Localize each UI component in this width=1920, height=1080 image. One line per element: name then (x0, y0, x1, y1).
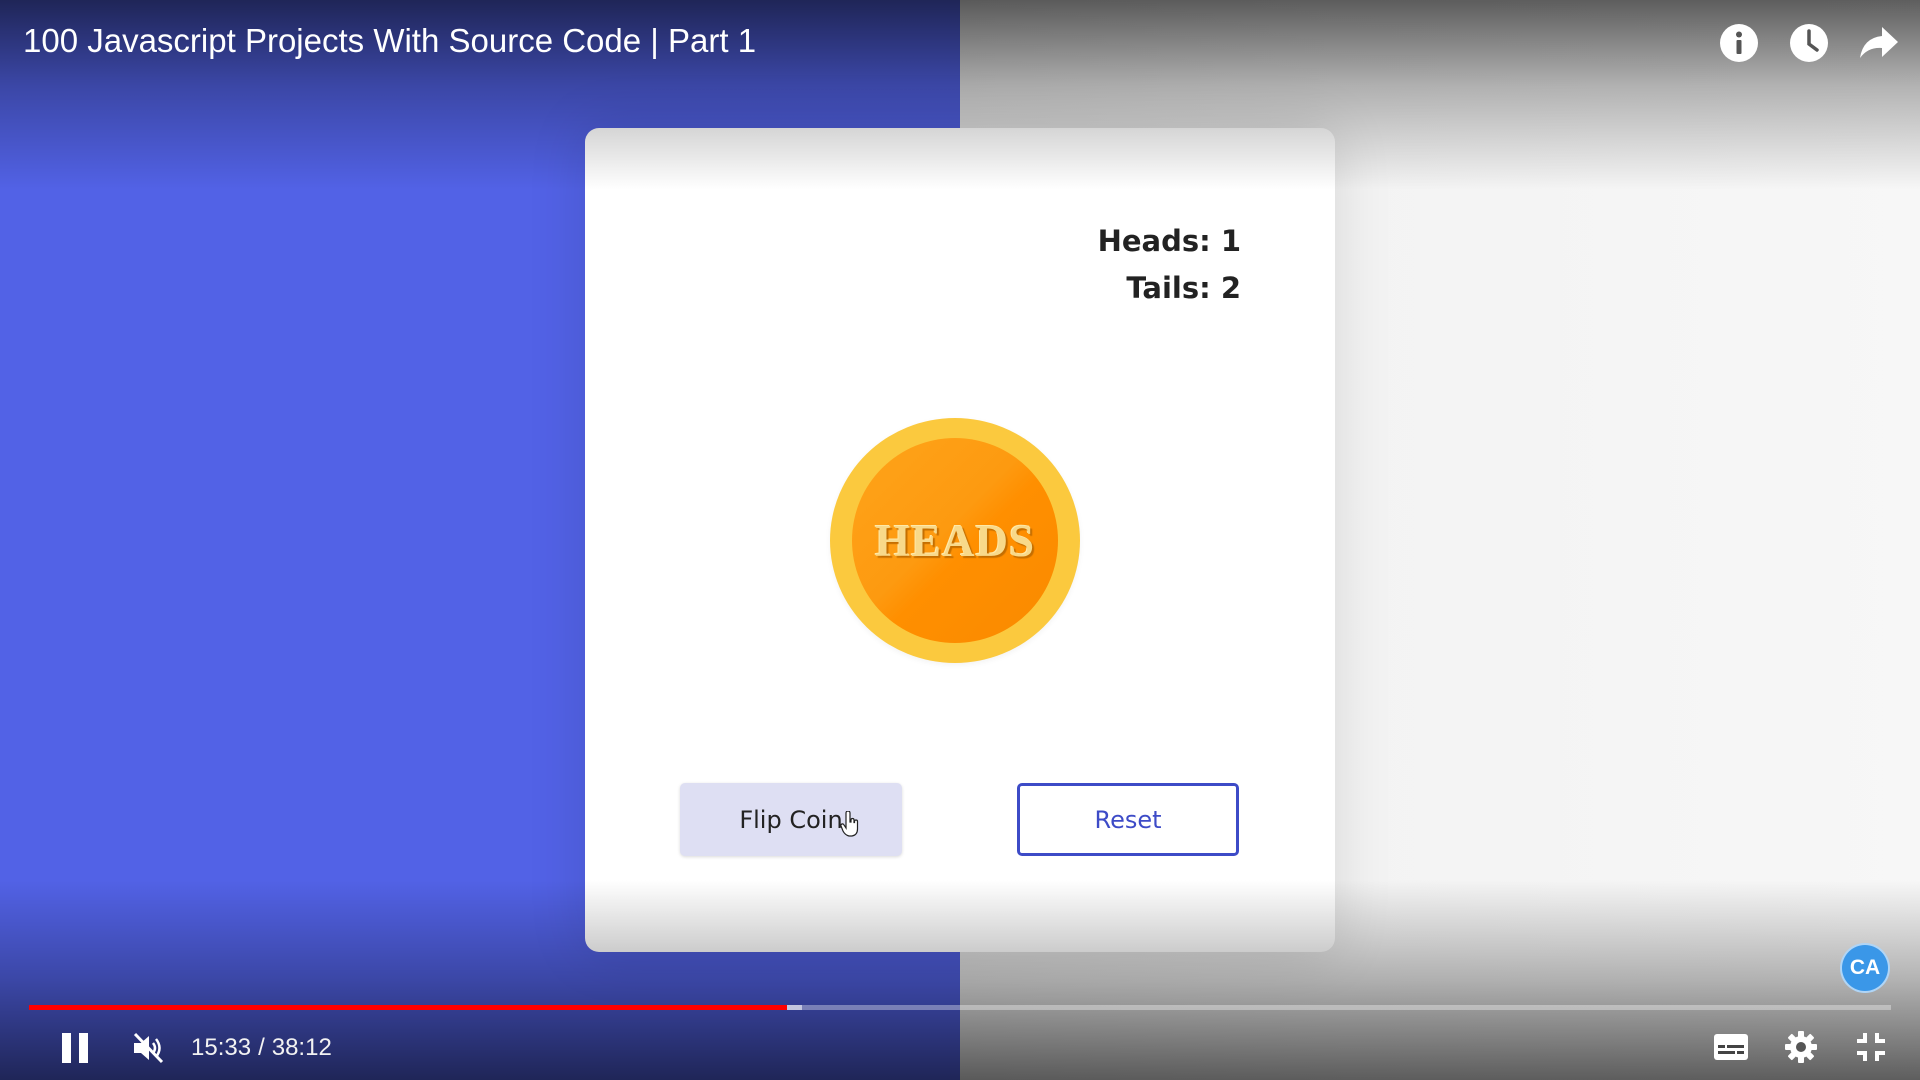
pause-icon (62, 1033, 88, 1063)
hand-cursor-icon (840, 810, 860, 842)
video-player[interactable]: Heads1 Tails2 HEADS Flip Coin Reset 100 … (0, 0, 1920, 1080)
flip-coin-button[interactable]: Flip Coin (680, 783, 902, 856)
reset-button[interactable]: Reset (1017, 783, 1239, 856)
coin-face: HEADS (852, 438, 1058, 643)
heads-score: Heads1 (1098, 224, 1241, 258)
video-title[interactable]: 100 Javascript Projects With Source Code… (23, 22, 756, 60)
duration: 38:12 (271, 1034, 332, 1061)
mute-button[interactable] (128, 1028, 168, 1068)
coin-flip-card: Heads1 Tails2 HEADS Flip Coin Reset (585, 128, 1335, 952)
exit-fullscreen-button[interactable] (1850, 1026, 1892, 1068)
heads-count: 1 (1220, 224, 1241, 258)
tails-label: Tails (1126, 271, 1220, 305)
share-icon[interactable] (1858, 22, 1900, 64)
exit-fullscreen-icon (1857, 1033, 1885, 1061)
controls-right (1710, 1026, 1892, 1068)
settings-gear-icon (1785, 1031, 1817, 1063)
subtitles-button[interactable] (1710, 1026, 1752, 1068)
pause-button[interactable] (55, 1028, 95, 1068)
progress-played (29, 1005, 787, 1010)
time-display: 15:33/38:12 (191, 1034, 332, 1062)
settings-button[interactable] (1780, 1026, 1822, 1068)
controls-left: 15:33/38:12 (55, 1028, 332, 1068)
muted-speaker-icon (133, 1032, 164, 1064)
coin: HEADS (830, 418, 1080, 663)
clock-icon[interactable] (1788, 22, 1830, 64)
subtitles-icon (1714, 1034, 1748, 1060)
current-time: 15:33 (191, 1034, 252, 1061)
channel-badge[interactable]: CA (1840, 943, 1890, 993)
top-controls (1718, 22, 1900, 64)
progress-bar[interactable] (29, 1005, 1891, 1010)
heads-label: Heads (1098, 224, 1221, 258)
coin-face-text: HEADS (874, 515, 1036, 566)
time-separator: / (258, 1034, 265, 1061)
tails-count: 2 (1220, 271, 1241, 305)
tails-score: Tails2 (1126, 271, 1241, 305)
info-icon[interactable] (1718, 22, 1760, 64)
